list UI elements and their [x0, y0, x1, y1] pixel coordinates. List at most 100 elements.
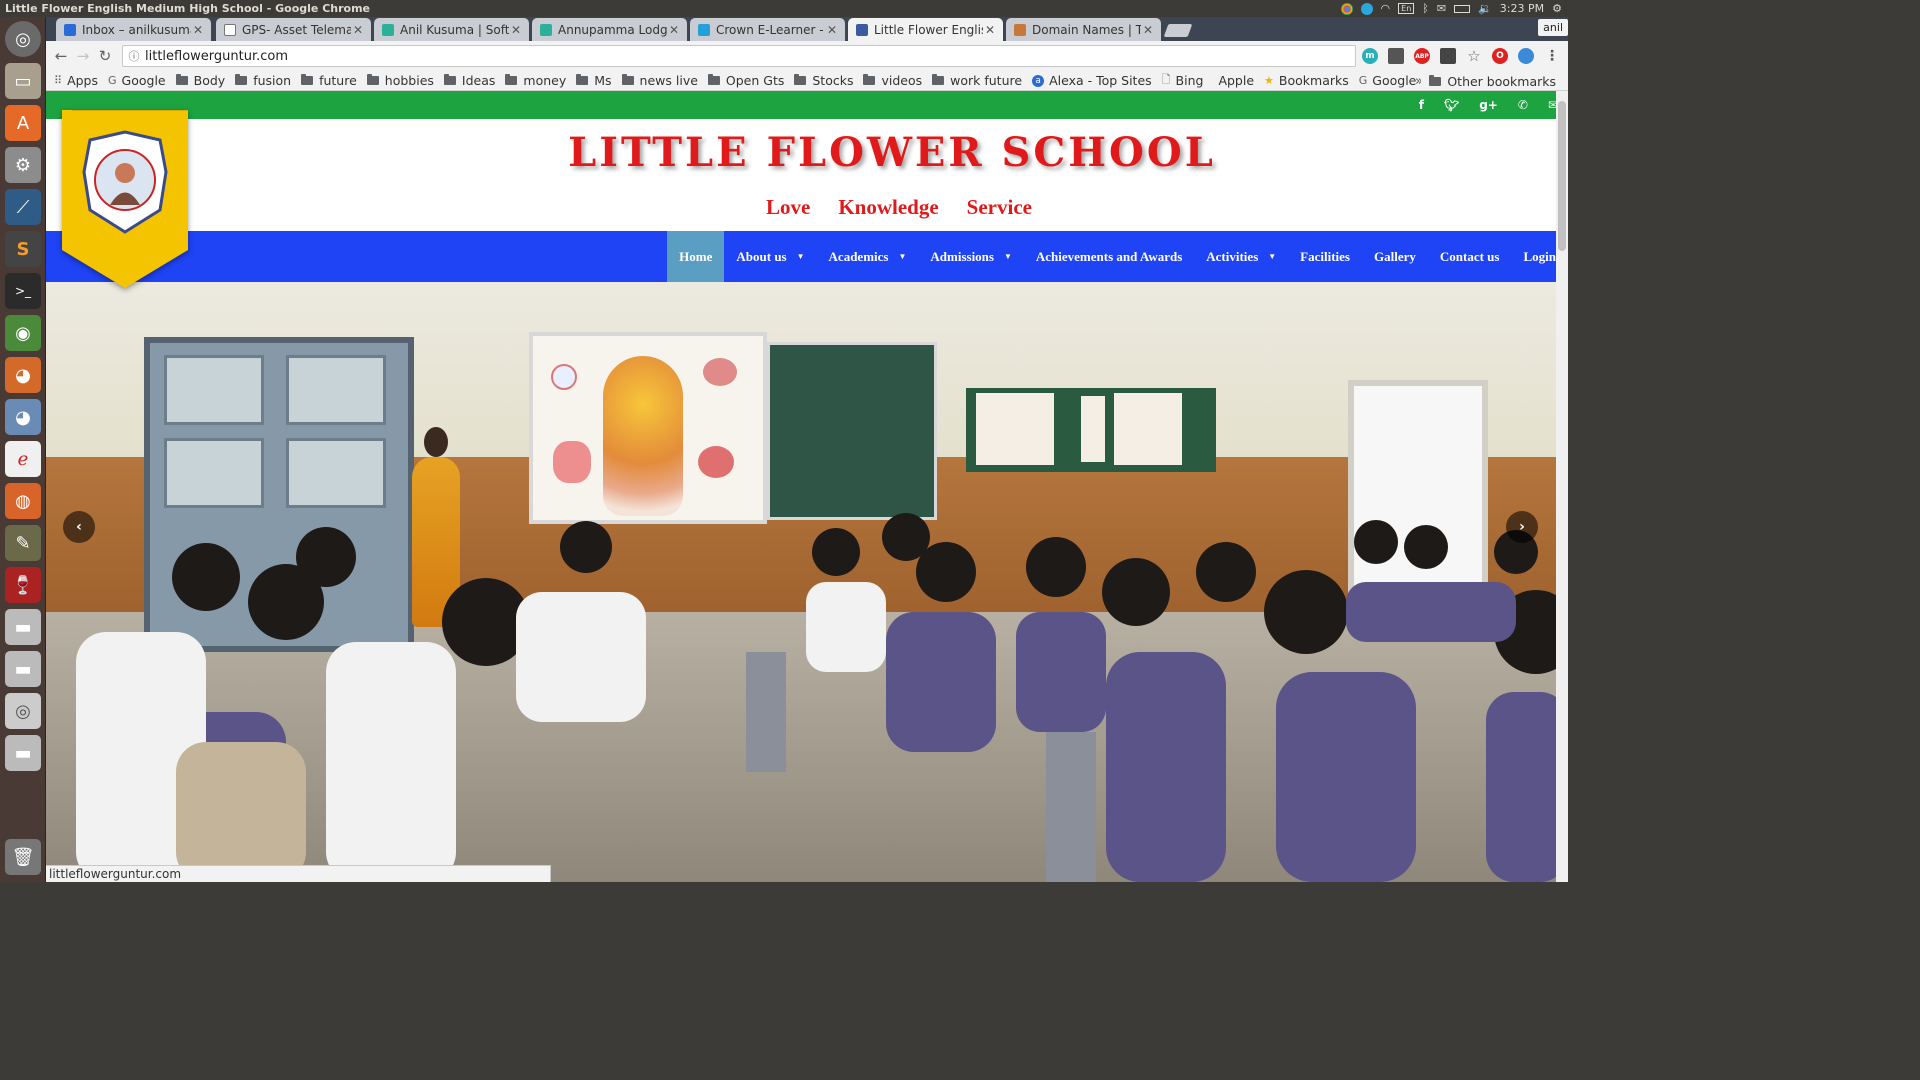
forward-arrow-icon[interactable]: → [72, 47, 94, 65]
mail-tray-icon[interactable]: ✉ [1437, 2, 1446, 15]
carousel-prev-button[interactable]: ‹ [63, 511, 95, 543]
bookmark-apps[interactable]: ⠿ Apps [54, 73, 98, 88]
tab-inbox[interactable]: Inbox – anilkusuma ✕ [56, 18, 211, 41]
bookmark-google[interactable]: G Google [1359, 73, 1417, 88]
folder-icon [235, 74, 248, 85]
bookmark-folder[interactable]: money [505, 73, 566, 88]
nav-item-label: Login [1523, 248, 1556, 264]
chrome-menu-icon[interactable]: ⋮ [1544, 48, 1560, 64]
phone-icon[interactable]: ✆ [1518, 98, 1528, 112]
address-bar-url[interactable]: littleflowerguntur.com [145, 49, 288, 64]
bookmark-apple[interactable]: Apple [1213, 73, 1254, 88]
bookmark-page[interactable]: 🗋 Bing [1162, 71, 1204, 90]
reload-icon[interactable]: ↻ [94, 47, 116, 65]
launcher-drive-icon[interactable]: ▬ [5, 735, 41, 771]
bookmark-folder[interactable]: Stocks [794, 73, 853, 88]
nav-item-achievements-and-awards[interactable]: Achievements and Awards [1024, 231, 1194, 282]
bookmark-site[interactable]: a Alexa - Top Sites [1032, 73, 1152, 88]
launcher-terminal-icon[interactable]: >_ [5, 273, 41, 309]
back-arrow-icon[interactable]: ← [50, 47, 72, 65]
tab-gps-asset[interactable]: GPS- Asset Telemat ✕ [216, 18, 371, 41]
settings-gear-icon[interactable]: ⚙ [1552, 2, 1562, 15]
launcher-dash-icon[interactable]: ◎ [5, 21, 41, 57]
extension-m-icon[interactable]: m [1362, 48, 1378, 64]
nav-item-gallery[interactable]: Gallery [1362, 231, 1428, 282]
clock[interactable]: 3:23 PM [1500, 2, 1544, 15]
profile-button[interactable]: anil [1538, 19, 1568, 36]
bookmark-folder[interactable]: Ideas [443, 73, 495, 88]
launcher-pdf-reader-icon[interactable]: ℯ [5, 441, 41, 477]
launcher-cdrom-icon[interactable]: ◎ [5, 693, 41, 729]
launcher-drive-icon[interactable]: ▬ [5, 651, 41, 687]
launcher-sublime-text-icon[interactable]: S [5, 231, 41, 267]
school-logo-badge[interactable] [62, 110, 188, 288]
close-tab-icon[interactable]: ✕ [509, 23, 523, 37]
launcher-android-icon[interactable]: ◉ [5, 315, 41, 351]
close-tab-icon[interactable]: ✕ [1141, 23, 1155, 37]
volume-icon[interactable]: 🔉 [1478, 2, 1492, 15]
launcher-system-settings-icon[interactable]: ⚙ [5, 147, 41, 183]
address-bar[interactable]: ⓘ littleflowerguntur.com [122, 45, 1356, 67]
launcher-software-center-icon[interactable]: A [5, 105, 41, 141]
bookmark-folder[interactable]: future [301, 73, 357, 88]
launcher-trash-icon[interactable]: 🗑 [5, 839, 41, 875]
twitter-icon[interactable]: 🐦︎ [1444, 98, 1459, 112]
scrollbar-thumb[interactable] [1558, 101, 1566, 251]
tab-crown-elearner[interactable]: Crown E-Learner - A ✕ [690, 18, 845, 41]
launcher-chrome-icon[interactable]: ◕ [5, 357, 41, 393]
close-tab-icon[interactable]: ✕ [351, 23, 365, 37]
bookmark-folder[interactable]: hobbies [366, 73, 434, 88]
launcher-gimp-icon[interactable]: ✎ [5, 525, 41, 561]
wifi-icon[interactable]: ◠ [1381, 2, 1391, 15]
bookmark-folder[interactable]: news live [621, 73, 698, 88]
launcher-firefox-icon[interactable]: ◍ [5, 483, 41, 519]
social-icons: f 🐦︎ g+ ✆ ✉ [1419, 91, 1558, 119]
bookmark-folder[interactable]: Body [175, 73, 225, 88]
bookmark-star[interactable]: ★ Bookmarks [1264, 73, 1349, 88]
bookmark-star-icon[interactable]: ☆ [1466, 47, 1482, 65]
bookmark-folder[interactable]: work future [932, 73, 1022, 88]
nav-item-facilities[interactable]: Facilities [1288, 231, 1362, 282]
google-plus-icon[interactable]: g+ [1479, 98, 1498, 112]
nav-item-academics[interactable]: Academics ▼ [817, 231, 919, 282]
page-scrollbar[interactable] [1556, 91, 1568, 882]
adblock-icon[interactable]: ABP [1414, 48, 1430, 64]
tab-little-flower[interactable]: Little Flower Englis ✕ [848, 18, 1003, 41]
bookmark-folder[interactable]: Open Gts [707, 73, 784, 88]
launcher-mysql-workbench-icon[interactable]: ⟋ [5, 189, 41, 225]
tab-domain-names[interactable]: Domain Names | Th ✕ [1006, 18, 1161, 41]
launcher-drive-icon[interactable]: ▬ [5, 609, 41, 645]
new-tab-button[interactable] [1163, 24, 1193, 37]
close-tab-icon[interactable]: ✕ [667, 23, 681, 37]
carousel-next-button[interactable]: › [1506, 511, 1538, 543]
nav-item-about-us[interactable]: About us ▼ [724, 231, 816, 282]
nav-item-activities[interactable]: Activities ▼ [1194, 231, 1288, 282]
launcher-files-icon[interactable]: ▭ [5, 63, 41, 99]
close-tab-icon[interactable]: ✕ [825, 23, 839, 37]
close-tab-icon[interactable]: ✕ [983, 23, 997, 37]
launcher-chromium-icon[interactable]: ◕ [5, 399, 41, 435]
nav-item-contact-us[interactable]: Contact us [1428, 231, 1512, 282]
nav-item-admissions[interactable]: Admissions ▼ [918, 231, 1024, 282]
bookmark-folder[interactable]: fusion [235, 73, 291, 88]
facebook-icon[interactable]: f [1419, 98, 1424, 112]
close-tab-icon[interactable]: ✕ [191, 23, 205, 37]
tab-anil-kusuma[interactable]: Anil Kusuma | Softw ✕ [374, 18, 529, 41]
other-bookmarks[interactable]: Other bookmarks [1421, 71, 1556, 90]
extension-cube-icon[interactable] [1388, 48, 1404, 64]
keyboard-icon[interactable]: En [1398, 3, 1415, 14]
opera-extension-icon[interactable]: O [1492, 48, 1508, 64]
tab-annupamma-lodge[interactable]: Annupamma Lodge ✕ [532, 18, 687, 41]
bluetooth-icon[interactable]: ᛒ [1422, 2, 1429, 15]
bookmark-google[interactable]: G Google [108, 73, 166, 88]
bookmark-folder[interactable]: videos [863, 73, 922, 88]
chrome-tray-icon[interactable] [1340, 2, 1353, 15]
nav-item-home[interactable]: Home [667, 231, 725, 282]
site-info-icon[interactable]: ⓘ [123, 48, 145, 64]
extension-puzzle-icon[interactable] [1518, 48, 1534, 64]
chat-tray-icon[interactable] [1360, 2, 1373, 15]
launcher-wine-icon[interactable]: 🍷 [5, 567, 41, 603]
extension-mail-icon[interactable] [1440, 48, 1456, 64]
battery-icon[interactable] [1454, 4, 1471, 13]
bookmark-folder[interactable]: Ms [576, 73, 612, 88]
